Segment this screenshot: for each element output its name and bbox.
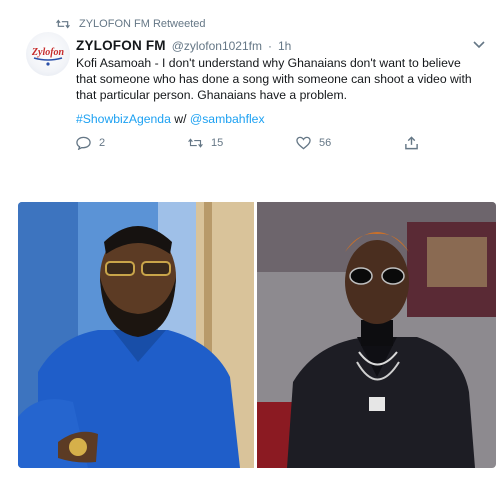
like-button[interactable]: 56 <box>296 136 331 150</box>
tweet-card[interactable]: ZYLOFON FM Retweeted Zylofon ZYLOFON FM … <box>18 14 496 484</box>
retweet-count: 15 <box>211 137 224 149</box>
separator-dot: · <box>267 39 272 53</box>
photo-left[interactable] <box>18 202 254 468</box>
retweet-icon <box>56 19 70 29</box>
tweet-header: ZYLOFON FM @zylofon1021fm · 1h <box>76 38 291 53</box>
share-icon <box>405 136 418 150</box>
share-button[interactable] <box>404 136 419 150</box>
reply-count: 2 <box>99 137 106 149</box>
mention-link[interactable]: @sambahflex <box>190 112 265 126</box>
retweet-icon <box>188 138 203 148</box>
chevron-down-icon[interactable] <box>472 40 486 50</box>
avatar-logo-text: Zylofon <box>31 47 65 58</box>
tweet-time[interactable]: 1h <box>278 39 291 53</box>
reply-button[interactable]: 2 <box>76 136 105 150</box>
tweet-actions: 2 15 56 <box>76 136 436 152</box>
reply-icon <box>76 136 91 150</box>
author-handle[interactable]: @zylofon1021fm <box>172 39 262 53</box>
author-name[interactable]: ZYLOFON FM <box>76 38 166 53</box>
hashtag-link[interactable]: #ShowbizAgenda <box>76 112 171 126</box>
photo-right[interactable] <box>257 202 496 468</box>
tweet-media <box>18 202 496 484</box>
tweet-links: #ShowbizAgenda w/ @sambahflex <box>76 112 265 126</box>
heart-icon <box>296 136 311 150</box>
retweet-button[interactable]: 15 <box>188 136 223 150</box>
tweet-text: Kofi Asamoah - I don't understand why Gh… <box>76 56 472 102</box>
avatar[interactable]: Zylofon <box>26 32 70 76</box>
retweet-label[interactable]: ZYLOFON FM Retweeted <box>79 18 206 30</box>
with-text: w/ <box>174 112 187 126</box>
retweet-context: ZYLOFON FM Retweeted <box>56 18 206 30</box>
like-count: 56 <box>319 137 332 149</box>
